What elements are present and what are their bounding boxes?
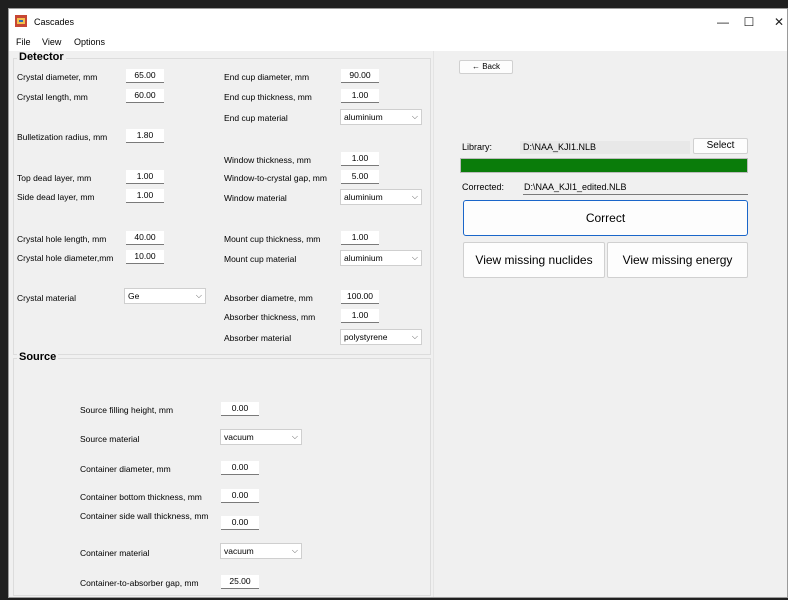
correct-button[interactable]: Correct <box>463 200 748 236</box>
detector-title: Detector <box>17 51 66 63</box>
mount-cup-thickness-input[interactable]: 1.00 <box>341 231 379 245</box>
title-bar: Cascades — ☐ ✕ <box>9 9 787 35</box>
container-material-label: Container material <box>80 548 150 558</box>
absorber-thickness-label: Absorber thickness, mm <box>224 312 316 322</box>
container-material-select[interactable]: vacuum ⌵ <box>220 543 302 559</box>
absorber-material-value: polystyrene <box>344 332 388 342</box>
filling-height-label: Source filling height, mm <box>80 405 174 415</box>
menu-bar: File View Options <box>9 35 787 51</box>
end-cup-thickness-input[interactable]: 1.00 <box>341 89 379 103</box>
container-diameter-label: Container diameter, mm <box>80 464 171 474</box>
menu-file[interactable]: File <box>16 37 31 47</box>
progress-bar <box>460 158 748 173</box>
mount-cup-material-value: aluminium <box>344 253 383 263</box>
window-thickness-input[interactable]: 1.00 <box>341 152 379 166</box>
top-dead-layer-input[interactable]: 1.00 <box>126 170 164 184</box>
chevron-down-icon: ⌵ <box>411 332 418 341</box>
corrected-path: D:\NAA_KJI1_edited.NLB <box>523 182 748 195</box>
container-side-input[interactable]: 0.00 <box>221 516 259 530</box>
window-gap-label: Window-to-crystal gap, mm <box>224 173 327 183</box>
crystal-material-label: Crystal material <box>17 293 77 303</box>
container-bottom-input[interactable]: 0.00 <box>221 489 259 503</box>
crystal-diameter-input[interactable]: 65.00 <box>126 69 164 83</box>
source-group <box>13 358 431 596</box>
app-icon <box>15 15 27 27</box>
end-cup-thickness-label: End cup thickness, mm <box>224 92 312 102</box>
library-label: Library: <box>462 142 493 152</box>
container-diameter-input[interactable]: 0.00 <box>221 461 259 475</box>
end-cup-diameter-label: End cup diameter, mm <box>224 72 310 82</box>
crystal-hole-length-input[interactable]: 40.00 <box>126 231 164 245</box>
chevron-down-icon: ⌵ <box>195 291 202 300</box>
library-path: D:\NAA_KJI1.NLB <box>520 141 690 154</box>
source-material-select[interactable]: vacuum ⌵ <box>220 429 302 445</box>
mount-cup-material-select[interactable]: aluminium ⌵ <box>340 250 422 266</box>
source-material-value: vacuum <box>224 432 254 442</box>
top-dead-layer-label: Top dead layer, mm <box>17 173 92 183</box>
crystal-hole-diameter-label: Crystal hole diameter,mm <box>17 253 114 263</box>
window-gap-input[interactable]: 5.00 <box>341 170 379 184</box>
absorber-diameter-input[interactable]: 100.00 <box>341 290 379 304</box>
crystal-material-select[interactable]: Ge ⌵ <box>124 288 206 304</box>
back-button[interactable]: ← Back <box>459 60 513 74</box>
end-cup-material-value: aluminium <box>344 112 383 122</box>
absorber-diameter-label: Absorber diametre, mm <box>224 293 313 303</box>
container-material-value: vacuum <box>224 546 254 556</box>
app-window: Cascades — ☐ ✕ File View Options Detecto… <box>8 8 788 598</box>
filling-height-input[interactable]: 0.00 <box>221 402 259 416</box>
source-title: Source <box>17 351 59 363</box>
select-button[interactable]: Select <box>693 138 748 154</box>
mount-cup-material-label: Mount cup material <box>224 254 297 264</box>
absorber-thickness-input[interactable]: 1.00 <box>341 309 379 323</box>
menu-options[interactable]: Options <box>74 37 105 47</box>
menu-view[interactable]: View <box>42 37 61 47</box>
container-bottom-label: Container bottom thickness, mm <box>80 492 202 502</box>
end-cup-diameter-input[interactable]: 90.00 <box>341 69 379 83</box>
absorber-material-select[interactable]: polystyrene ⌵ <box>340 329 422 345</box>
source-material-label: Source material <box>80 434 140 444</box>
missing-energy-button[interactable]: View missing energy <box>607 242 748 278</box>
missing-nuclides-button[interactable]: View missing nuclides <box>463 242 605 278</box>
window-thickness-label: Window thickness, mm <box>224 155 311 165</box>
window-material-label: Window material <box>224 193 287 203</box>
bulletization-radius-input[interactable]: 1.80 <box>126 129 164 143</box>
end-cup-material-select[interactable]: aluminium ⌵ <box>340 109 422 125</box>
close-button[interactable]: ✕ <box>761 9 787 35</box>
window-material-select[interactable]: aluminium ⌵ <box>340 189 422 205</box>
end-cup-material-label: End cup material <box>224 113 288 123</box>
side-dead-layer-label: Side dead layer, mm <box>17 192 95 202</box>
crystal-material-value: Ge <box>128 291 140 301</box>
chevron-down-icon: ⌵ <box>411 112 418 121</box>
container-side-label: Container side wall thickness, mm <box>80 511 209 521</box>
bulletization-radius-label: Bulletization radius, mm <box>17 132 108 142</box>
crystal-length-input[interactable]: 60.00 <box>126 89 164 103</box>
chevron-down-icon: ⌵ <box>411 253 418 262</box>
chevron-down-icon: ⌵ <box>291 432 298 441</box>
library-panel <box>433 51 787 597</box>
container-gap-label: Container-to-absorber gap, mm <box>80 578 199 588</box>
window-material-value: aluminium <box>344 192 383 202</box>
corrected-label: Corrected: <box>462 182 505 192</box>
mount-cup-thickness-label: Mount cup thickness, mm <box>224 234 321 244</box>
absorber-material-label: Absorber material <box>224 333 292 343</box>
chevron-down-icon: ⌵ <box>291 546 298 555</box>
container-gap-input[interactable]: 25.00 <box>221 575 259 589</box>
crystal-hole-length-label: Crystal hole length, mm <box>17 234 107 244</box>
crystal-hole-diameter-input[interactable]: 10.00 <box>126 250 164 264</box>
crystal-diameter-label: Crystal diameter, mm <box>17 72 98 82</box>
side-dead-layer-input[interactable]: 1.00 <box>126 189 164 203</box>
progress-bar-fill <box>461 159 747 172</box>
window-title: Cascades <box>34 17 75 27</box>
chevron-down-icon: ⌵ <box>411 192 418 201</box>
crystal-length-label: Crystal length, mm <box>17 92 88 102</box>
